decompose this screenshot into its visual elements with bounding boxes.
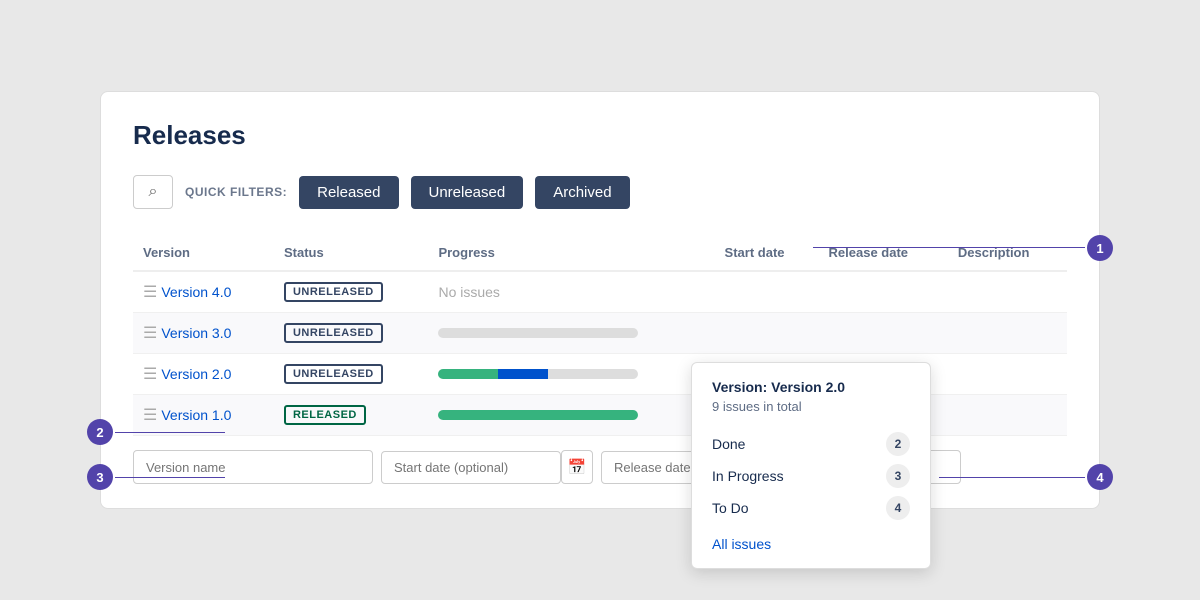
drag-handle-icon[interactable]: ☰ xyxy=(143,325,157,342)
status-badge: UNRELEASED xyxy=(284,323,383,343)
status-badge: UNRELEASED xyxy=(284,282,383,302)
filter-released-button[interactable]: Released xyxy=(299,176,398,209)
cell-description xyxy=(948,313,1067,354)
table-row: ☰Version 3.0 UNRELEASED xyxy=(133,313,1067,354)
page-title: Releases xyxy=(133,120,1067,151)
table-row: ☰Version 4.0 UNRELEASED No issues xyxy=(133,271,1067,313)
popup-title: Version: Version 2.0 xyxy=(712,379,910,395)
start-date-input[interactable] xyxy=(381,451,561,484)
cell-start-date xyxy=(715,271,819,313)
drag-handle-icon[interactable]: ☰ xyxy=(143,407,157,424)
progress-bar xyxy=(438,328,638,338)
start-date-group: 📅 xyxy=(381,450,593,484)
annotation-1: 1 xyxy=(1087,235,1113,261)
cell-start-date xyxy=(715,313,819,354)
annotation-line-3 xyxy=(115,477,225,478)
quick-filters-label: QUICK FILTERS: xyxy=(185,185,287,199)
version-link[interactable]: Version 3.0 xyxy=(161,325,231,341)
col-version: Version xyxy=(133,237,274,271)
annotation-line-2 xyxy=(115,432,225,433)
progress-done xyxy=(438,369,498,379)
start-date-calendar-icon[interactable]: 📅 xyxy=(561,450,593,484)
cell-release-date xyxy=(819,313,948,354)
progress-done xyxy=(438,410,638,420)
annotation-4: 4 xyxy=(1087,464,1113,490)
drag-handle-icon[interactable]: ☰ xyxy=(143,366,157,383)
popup-stat-count: 3 xyxy=(886,464,910,488)
progress-text: No issues xyxy=(438,284,499,300)
popup-stat-row: Done 2 xyxy=(712,428,910,460)
annotation-line-1 xyxy=(813,247,1085,248)
version-link[interactable]: Version 1.0 xyxy=(161,407,231,423)
table-header-row: Version Status Progress Start date Relea… xyxy=(133,237,1067,271)
search-box[interactable]: ⌕ xyxy=(133,175,173,209)
filter-unreleased-button[interactable]: Unreleased xyxy=(411,176,524,209)
cell-description xyxy=(948,271,1067,313)
progress-inprogress xyxy=(498,369,548,379)
annotation-3: 3 xyxy=(87,464,113,490)
drag-handle-icon[interactable]: ☰ xyxy=(143,284,157,301)
search-icon: ⌕ xyxy=(149,183,158,201)
main-card: Releases ⌕ QUICK FILTERS: Released Unrel… xyxy=(100,91,1100,509)
col-progress: Progress xyxy=(428,237,714,271)
popup-stat-count: 2 xyxy=(886,432,910,456)
status-badge: RELEASED xyxy=(284,405,366,425)
col-description: Description xyxy=(948,237,1067,271)
progress-bar xyxy=(438,369,638,379)
cell-description xyxy=(948,395,1067,436)
annotation-2: 2 xyxy=(87,419,113,445)
version-link[interactable]: Version 2.0 xyxy=(161,366,231,382)
col-start-date: Start date xyxy=(715,237,819,271)
filter-archived-button[interactable]: Archived xyxy=(535,176,629,209)
popup-stat-row: In Progress 3 xyxy=(712,460,910,492)
version-name-input[interactable] xyxy=(133,450,373,484)
popup-all-issues-link[interactable]: All issues xyxy=(712,536,910,552)
annotation-line-4 xyxy=(939,477,1085,478)
popup-stat-label: To Do xyxy=(712,500,749,516)
popup-subtitle: 9 issues in total xyxy=(712,399,910,414)
cell-release-date xyxy=(819,271,948,313)
col-status: Status xyxy=(274,237,428,271)
version-popup: Version: Version 2.0 9 issues in total D… xyxy=(691,362,931,569)
version-link[interactable]: Version 4.0 xyxy=(161,284,231,300)
popup-stat-row: To Do 4 xyxy=(712,492,910,524)
status-badge: UNRELEASED xyxy=(284,364,383,384)
popup-stat-count: 4 xyxy=(886,496,910,520)
progress-bar xyxy=(438,410,638,420)
popup-stat-label: In Progress xyxy=(712,468,784,484)
popup-stat-label: Done xyxy=(712,436,745,452)
filters-row: ⌕ QUICK FILTERS: Released Unreleased Arc… xyxy=(133,175,1067,209)
col-release-date: Release date xyxy=(819,237,948,271)
cell-description xyxy=(948,354,1067,395)
